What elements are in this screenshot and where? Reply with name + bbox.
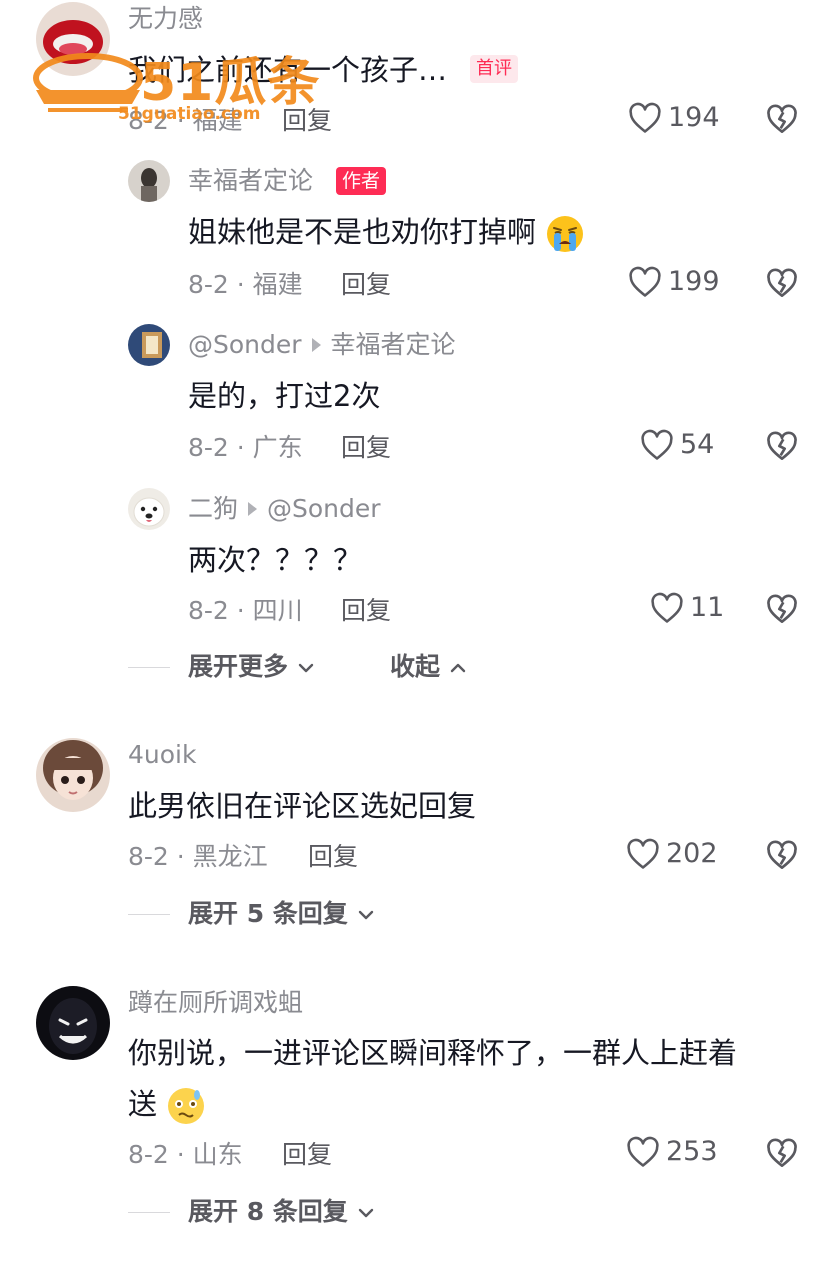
comment-text: 你别说，一进评论区瞬间释怀了，一群人上赶着	[128, 1036, 738, 1070]
like-button[interactable]: 253	[626, 1136, 718, 1168]
like-button[interactable]: 194	[628, 102, 720, 134]
reply-date-location: 8-2 · 四川	[188, 596, 303, 625]
comment-username[interactable]: 4uoik	[128, 740, 196, 770]
like-button[interactable]: 202	[626, 838, 718, 870]
avatar[interactable]	[128, 488, 170, 530]
broken-heart-icon	[767, 840, 797, 870]
dislike-button[interactable]	[766, 268, 798, 302]
reply-button[interactable]: 回复	[308, 842, 358, 872]
heart-icon	[629, 102, 661, 133]
reply-text-content: 姐妹他是不是也劝你打掉啊	[188, 215, 537, 249]
reply-author-link[interactable]: 二狗	[188, 494, 238, 523]
heart-icon	[629, 266, 661, 297]
reply-username: 二狗 @Sonder	[188, 494, 381, 524]
like-count: 54	[680, 429, 715, 460]
expand-more-button[interactable]: 展开更多	[188, 652, 315, 682]
reply-date-location: 8-2 · 福建	[188, 270, 303, 299]
crying-face-icon	[547, 216, 584, 252]
avatar[interactable]	[36, 986, 110, 1060]
avatar[interactable]	[128, 160, 170, 202]
comment-text: 此男依旧在评论区选妃回复	[128, 789, 477, 823]
reply-button[interactable]: 回复	[282, 106, 332, 136]
reply-target-link[interactable]: 幸福者定论	[331, 330, 456, 359]
expand-more-label: 展开更多	[188, 652, 289, 681]
comment-text-line2: 送	[128, 1086, 206, 1126]
divider	[128, 1212, 170, 1213]
like-button[interactable]: 11	[650, 592, 724, 624]
like-count: 202	[666, 838, 718, 869]
broken-heart-icon	[767, 1138, 797, 1167]
reply-username[interactable]: 幸福者定论	[188, 166, 313, 196]
comment-text-content: 我们之前还有一个孩子…	[128, 53, 448, 87]
heart-icon	[651, 592, 683, 623]
collapse-label: 收起	[390, 652, 441, 681]
comment-username[interactable]: 无力感	[128, 4, 203, 34]
reply-author-link[interactable]: @Sonder	[188, 330, 302, 359]
reply-text: 两次？？？？	[188, 543, 363, 577]
comment-text: 我们之前还有一个孩子…	[128, 52, 447, 88]
heart-icon	[641, 429, 673, 460]
reply-text: 是的，打过2次	[188, 379, 381, 413]
dislike-button[interactable]	[766, 840, 798, 874]
dislike-button[interactable]	[766, 431, 798, 465]
heart-icon	[627, 1136, 659, 1167]
reply-button[interactable]: 回复	[341, 270, 391, 300]
chevron-up-icon	[450, 663, 465, 673]
reply-button[interactable]: 回复	[282, 1140, 332, 1170]
comment-date-location: 8-2 · 黑龙江	[128, 842, 268, 871]
dislike-button[interactable]	[766, 1138, 798, 1172]
divider	[128, 914, 170, 915]
author-badge: 作者	[336, 167, 387, 195]
reply-arrow-icon	[248, 502, 258, 516]
expand-replies-button[interactable]: 展开 8 条回复	[188, 1197, 375, 1227]
reply-arrow-icon	[311, 338, 321, 352]
like-count: 11	[690, 592, 725, 623]
reply-button[interactable]: 回复	[341, 596, 391, 626]
like-count: 194	[668, 102, 720, 133]
expand-replies-label: 展开 5 条回复	[188, 899, 348, 928]
avatar[interactable]	[36, 738, 110, 812]
chevron-down-icon	[358, 1208, 373, 1218]
comment-username[interactable]: 蹲在厕所调戏蛆	[128, 988, 303, 1018]
chevron-down-icon	[298, 663, 313, 673]
comment-text-content: 送	[128, 1087, 158, 1121]
avatar[interactable]	[36, 2, 110, 76]
like-count: 253	[666, 1136, 718, 1167]
reply-text: 姐妹他是不是也劝你打掉啊	[188, 214, 585, 254]
reply-button[interactable]: 回复	[341, 433, 391, 463]
heart-icon	[627, 838, 659, 869]
broken-heart-icon	[767, 268, 797, 297]
sweating-face-icon	[168, 1088, 205, 1124]
like-count: 199	[668, 266, 720, 297]
reply-username: @Sonder 幸福者定论	[188, 330, 456, 360]
expand-replies-label: 展开 8 条回复	[188, 1197, 348, 1226]
first-comment-badge: 首评	[470, 55, 518, 83]
like-button[interactable]: 54	[640, 429, 714, 461]
broken-heart-icon	[767, 431, 797, 460]
like-button[interactable]: 199	[628, 266, 720, 298]
divider	[128, 667, 170, 668]
avatar[interactable]	[128, 324, 170, 366]
reply-date-location: 8-2 · 广东	[188, 433, 303, 462]
comment-date-location: 8-2 · 福建	[128, 106, 243, 135]
broken-heart-icon	[767, 594, 797, 624]
comment-date-location: 8-2 · 山东	[128, 1140, 243, 1169]
chevron-down-icon	[358, 910, 373, 920]
dislike-button[interactable]	[766, 594, 798, 628]
dislike-button[interactable]	[766, 104, 798, 138]
collapse-button[interactable]: 收起	[390, 652, 467, 682]
expand-replies-button[interactable]: 展开 5 条回复	[188, 899, 375, 929]
broken-heart-icon	[767, 104, 797, 133]
reply-target-link[interactable]: @Sonder	[267, 494, 381, 523]
